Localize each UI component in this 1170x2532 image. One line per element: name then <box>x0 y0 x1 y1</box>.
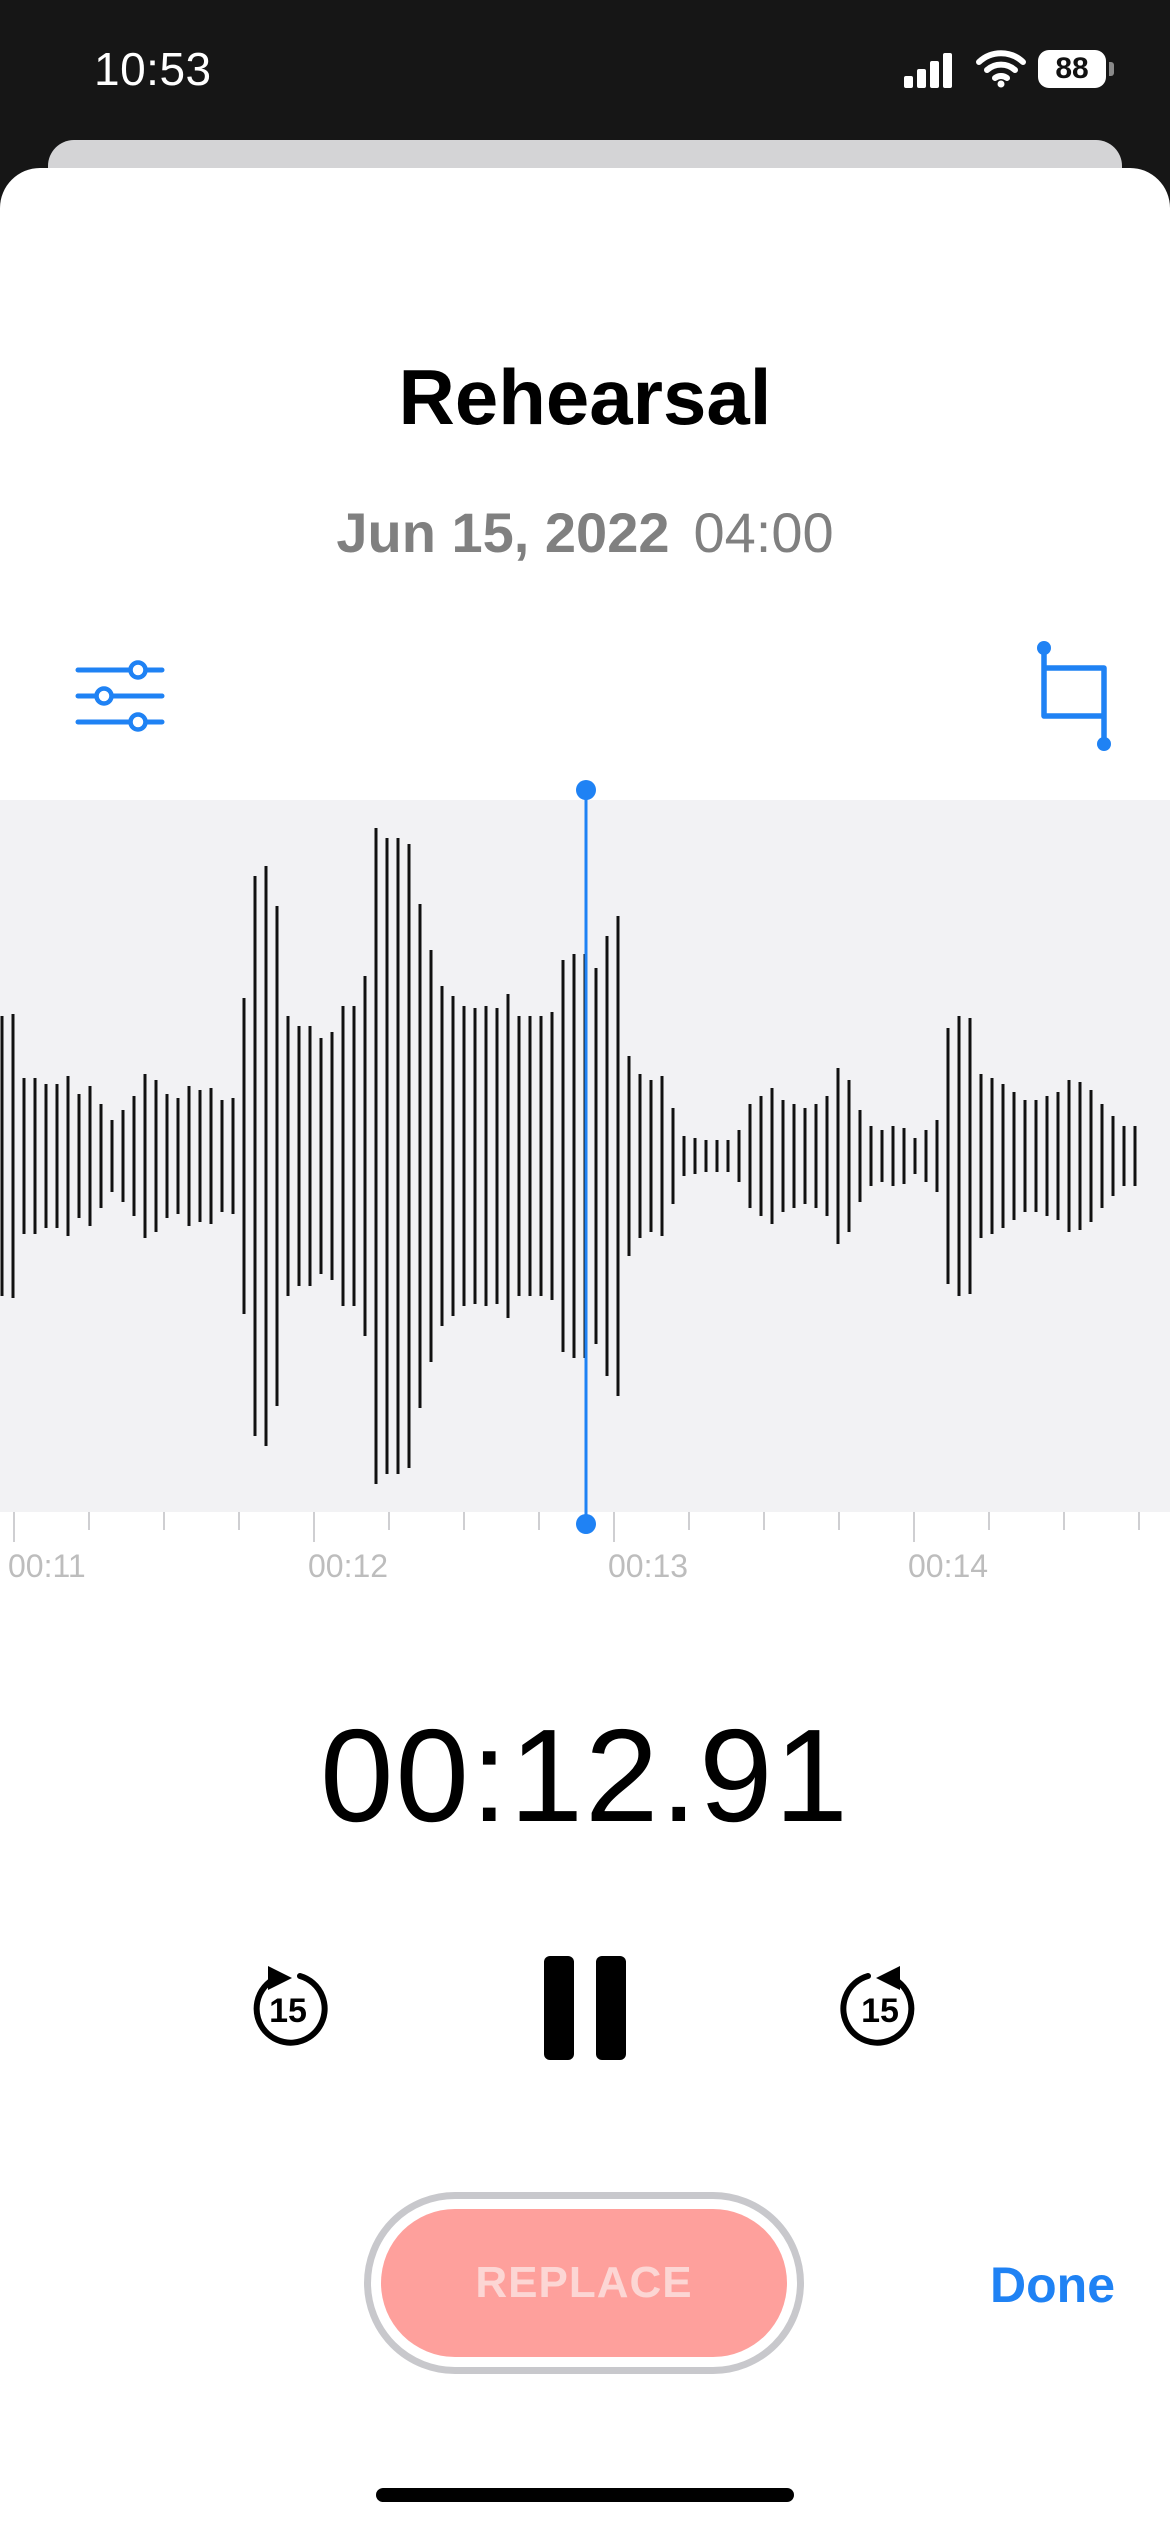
status-bar: 10:53 88 <box>0 0 1170 140</box>
skip-back-seconds: 15 <box>269 1992 307 2030</box>
pause-icon[interactable] <box>544 1956 626 2060</box>
timeline-label: 00:14 <box>908 1548 989 1584</box>
timeline-label: 00:12 <box>308 1548 389 1584</box>
status-time: 10:53 <box>94 43 212 95</box>
timeline-label: 00:11 <box>8 1548 86 1584</box>
trim-crop-icon[interactable] <box>1030 640 1120 752</box>
recording-title[interactable]: Rehearsal <box>0 352 1170 443</box>
skip-forward-seconds: 15 <box>861 1992 899 2030</box>
battery-icon: 88 <box>1038 50 1116 90</box>
recording-duration: 04:00 <box>693 501 834 564</box>
recording-date: Jun 15, 2022 <box>336 501 670 564</box>
waveform-bars <box>0 828 1137 1484</box>
recording-meta: Jun 15, 2022 04:00 <box>0 500 1170 565</box>
timeline-ruler: 00:11 00:12 00:13 00:14 <box>0 1512 1170 1592</box>
replace-label: REPLACE <box>381 2209 787 2357</box>
timeline-label: 00:13 <box>608 1548 689 1584</box>
waveform[interactable] <box>0 800 1170 1512</box>
skip-back-button[interactable]: 15 <box>246 1962 330 2052</box>
signal-icon <box>904 53 952 88</box>
home-indicator[interactable] <box>376 2488 794 2502</box>
settings-sliders-icon[interactable] <box>74 654 166 734</box>
replace-button[interactable]: REPLACE <box>364 2192 804 2374</box>
skip-forward-button[interactable]: 15 <box>838 1962 922 2052</box>
done-button[interactable]: Done <box>990 2256 1115 2314</box>
battery-level: 88 <box>1038 50 1106 88</box>
wifi-icon <box>976 50 1026 88</box>
elapsed-time: 00:12.91 <box>320 1702 850 1849</box>
